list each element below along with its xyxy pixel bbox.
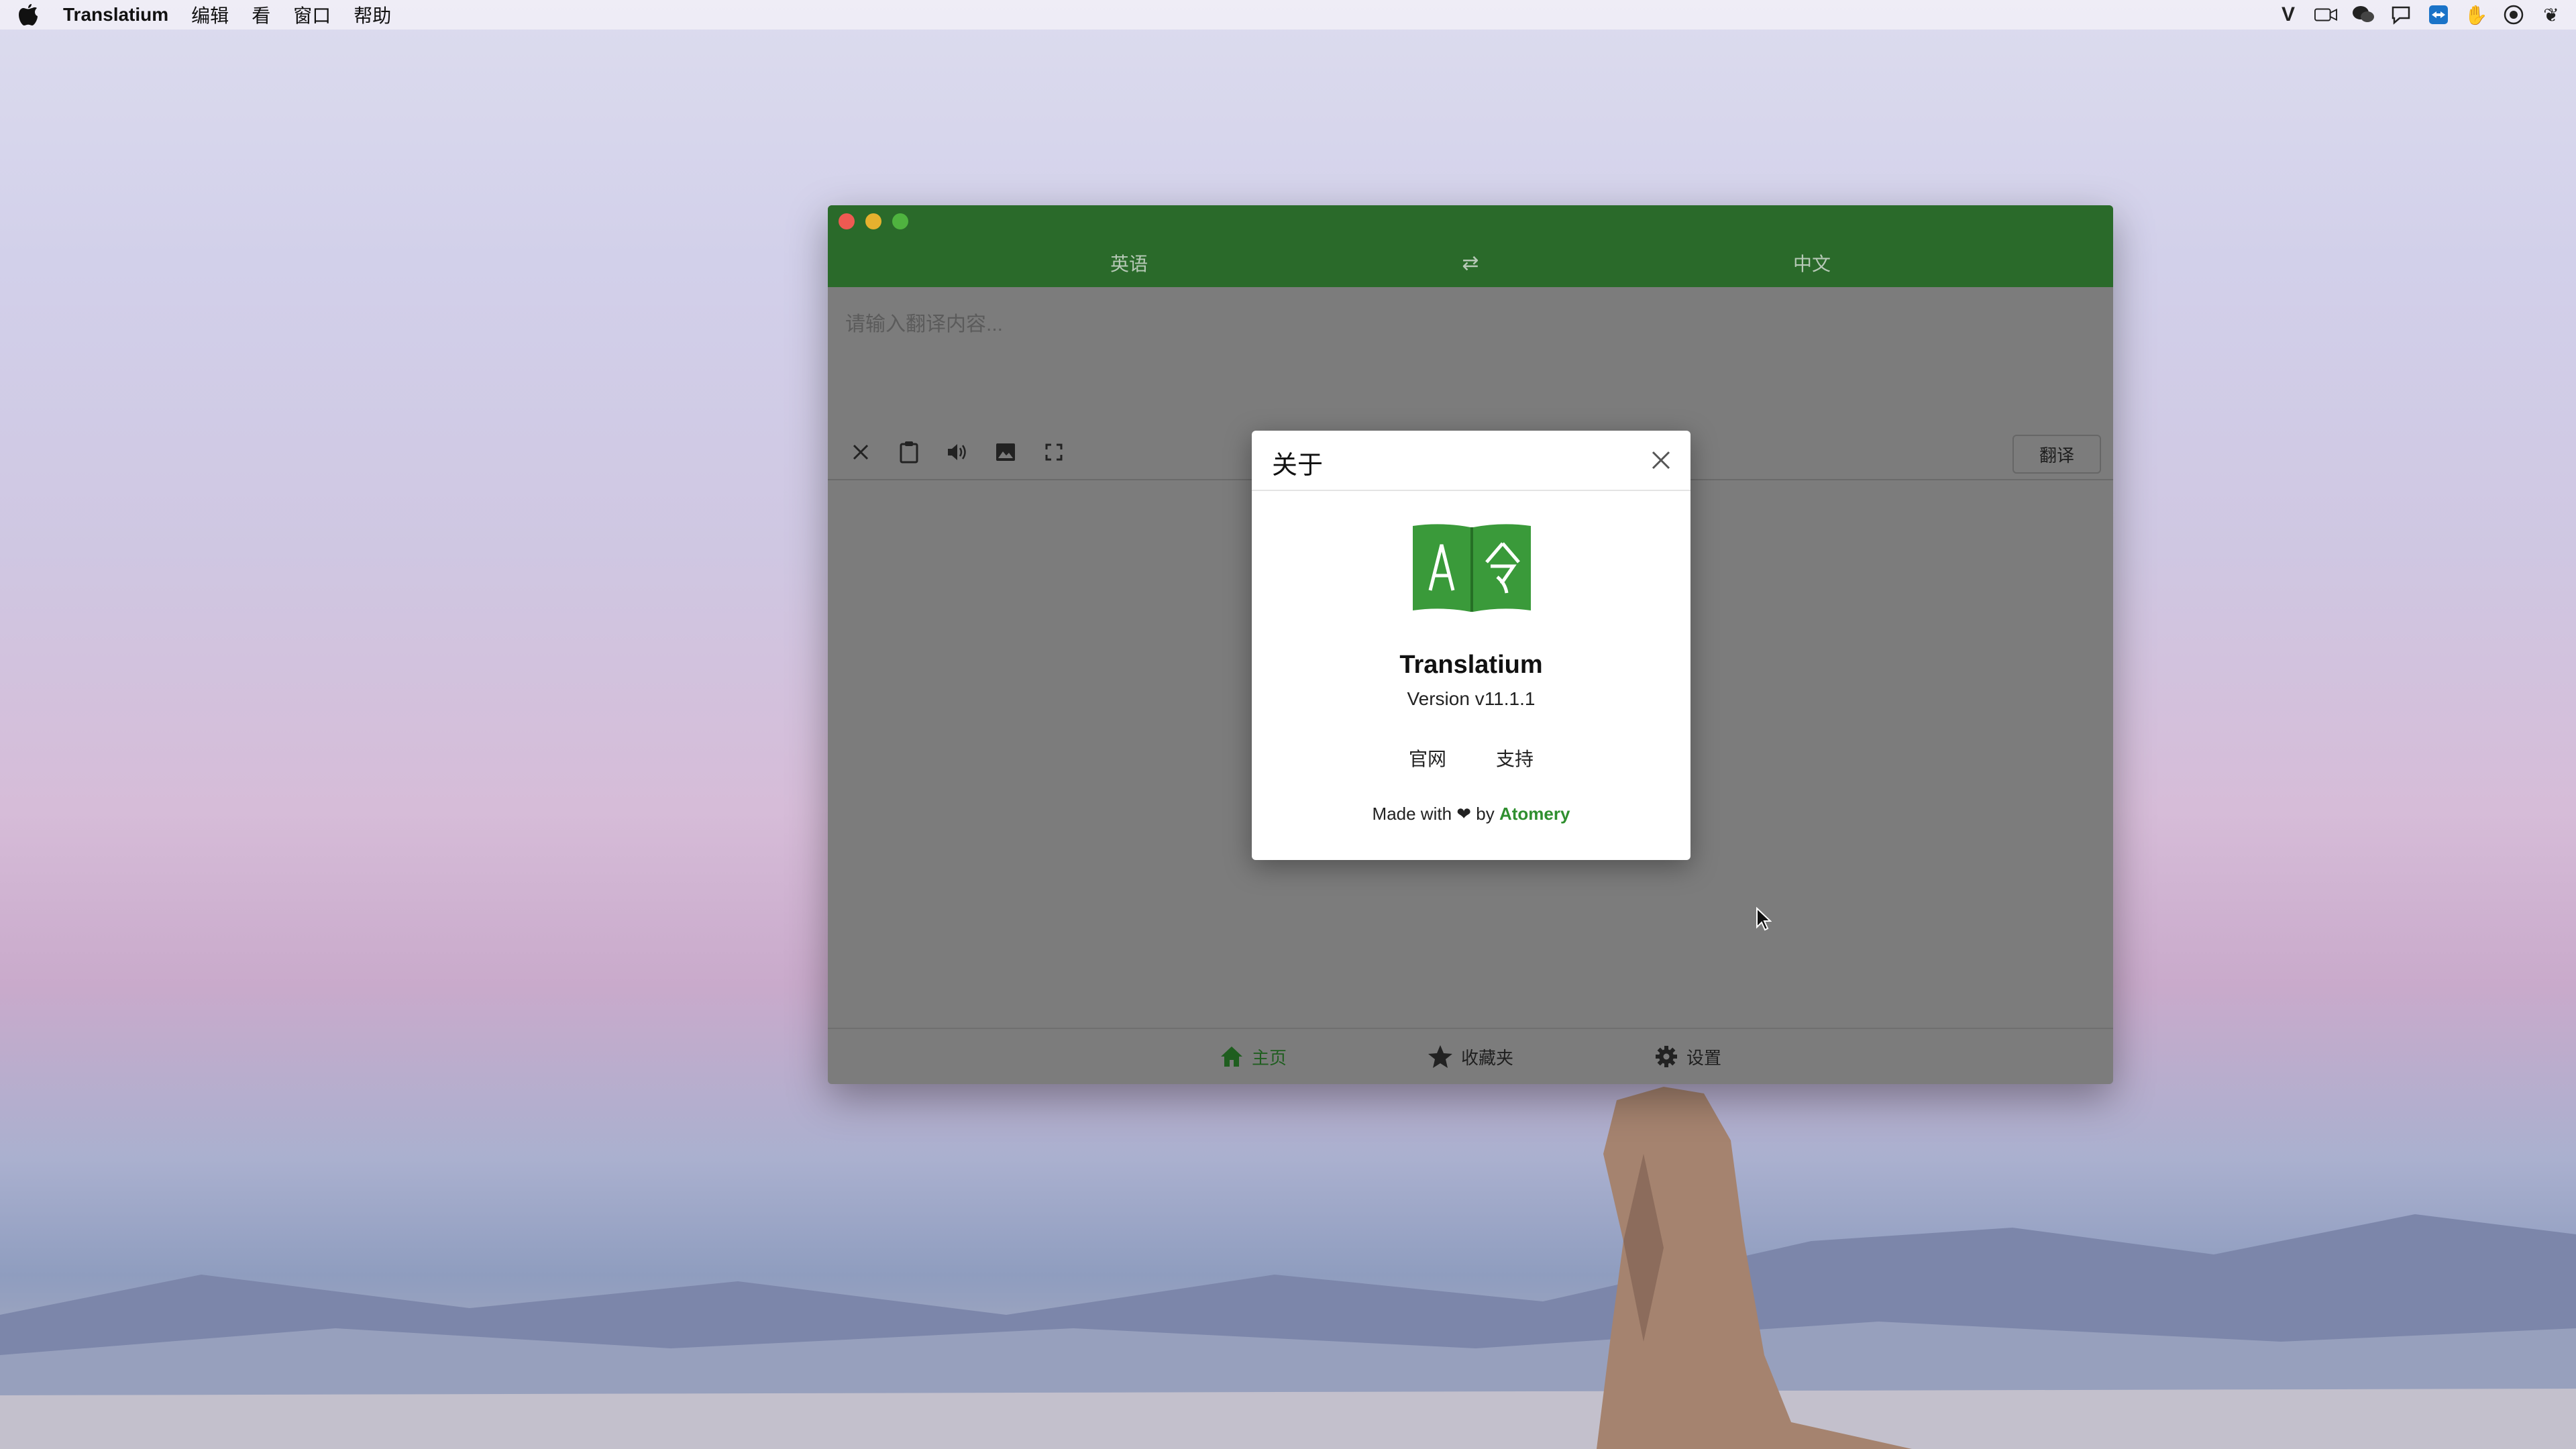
about-version: Version v11.1.1 [1407,688,1536,709]
menu-app-name[interactable]: Translatium [63,4,168,25]
minimize-window-button[interactable] [865,213,881,229]
title-bar: 英语 ⇄ 中文 [828,205,2113,287]
support-link[interactable]: 支持 [1496,745,1534,771]
vimeo-icon[interactable]: V [2277,3,2300,26]
status-area: V ✋ ❦ [2277,3,2563,26]
about-dialog: 关于 Translatium Version v11.1.1 官网 支持 Mad… [1252,431,1690,860]
menu-help[interactable]: 帮助 [354,1,391,28]
hand-icon[interactable]: ✋ [2465,3,2488,26]
paw-icon[interactable]: ❦ [2540,3,2563,26]
menu-edit[interactable]: 编辑 [191,1,229,28]
made-with-text: Made with ❤ by [1372,804,1499,824]
nav-settings[interactable]: 设置 [1654,1044,1721,1069]
nav-favorites[interactable]: 收藏夹 [1428,1044,1513,1069]
close-window-button[interactable] [839,213,855,229]
gear-icon [1656,1046,1677,1067]
menu-view[interactable]: 看 [252,1,270,28]
made-with-credit: Made with ❤ by Atomery [1252,804,1690,824]
fullscreen-icon[interactable] [1030,429,1077,476]
about-app-name: Translatium [1399,651,1543,679]
apple-icon[interactable] [13,0,43,30]
menu-bar: Translatium 编辑 看 窗口 帮助 V ✋ ❦ [0,0,2576,30]
atomery-link[interactable]: Atomery [1499,804,1570,824]
menu-window[interactable]: 窗口 [293,1,331,28]
close-icon[interactable] [837,429,884,476]
close-icon[interactable] [1646,445,1676,475]
about-links: 官网 支持 [1252,745,1690,771]
nav-favorites-label: 收藏夹 [1460,1047,1513,1068]
website-link[interactable]: 官网 [1409,745,1446,771]
translate-button[interactable]: 翻译 [2012,435,2101,474]
target-language-button[interactable]: 中文 [1511,250,2113,276]
bottom-navigation: 主页 收藏夹 设置 [828,1028,2113,1084]
home-icon [1220,1046,1242,1067]
wechat-icon[interactable] [2352,3,2375,26]
zoom-window-button[interactable] [892,213,908,229]
desktop-mountains [0,1214,2576,1449]
input-placeholder: 请输入翻译内容... [845,313,1004,335]
image-icon[interactable] [982,429,1029,476]
window-controls [839,213,908,229]
source-language-button[interactable]: 英语 [828,250,1430,276]
star-icon [1428,1045,1452,1068]
nav-home[interactable]: 主页 [1220,1044,1287,1069]
camera-icon[interactable] [2314,3,2337,26]
nav-home-label: 主页 [1251,1047,1287,1068]
teamviewer-icon[interactable] [2427,3,2450,26]
translatium-logo-icon [1413,524,1531,612]
language-bar: 英语 ⇄ 中文 [828,241,2113,284]
chat-icon[interactable] [2390,3,2412,26]
dialog-header: 关于 [1252,431,1690,491]
clipboard-icon[interactable] [885,429,932,476]
translation-input[interactable]: 请输入翻译内容... [828,287,2113,425]
desktop-rock-spire [1597,1087,1912,1449]
swap-languages-icon[interactable]: ⇄ [1430,252,1511,275]
nav-settings-label: 设置 [1686,1047,1722,1068]
vpn-icon[interactable] [2502,3,2525,26]
mouse-cursor-icon [1756,907,1772,931]
dialog-title: 关于 [1272,451,1324,480]
speaker-icon[interactable] [934,429,981,476]
